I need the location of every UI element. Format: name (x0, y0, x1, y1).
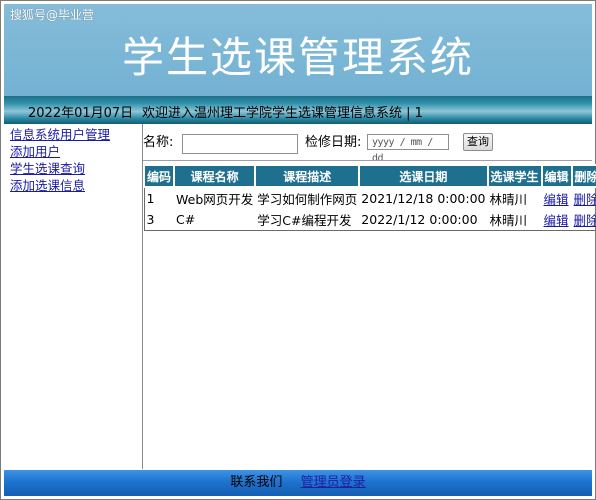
edit-link[interactable]: 编辑 (544, 213, 569, 228)
cell-course-desc: 学习如何制作网页 (257, 192, 358, 207)
date-label: 检修日期: (305, 135, 362, 150)
delete-link[interactable]: 删除 (574, 213, 596, 228)
welcome-message: 欢迎进入温州理工学院学生选课管理信息系统 | 1 (142, 106, 423, 121)
cell-delete: 删除 (572, 209, 596, 231)
status-bar: 2022年01月07日 欢迎进入温州理工学院学生选课管理信息系统 | 1 (4, 96, 592, 124)
cell-course-desc: 学习C#编程开发 (257, 213, 352, 228)
divider (143, 160, 592, 161)
cell-code: 1 (146, 191, 155, 206)
cell-code: 3 (146, 212, 155, 227)
course-table: 编码 课程名称 课程描述 选课日期 选课学生 编辑 删除 1 Web网页开发 学… (142, 164, 596, 231)
query-button[interactable]: 查询 (463, 133, 493, 151)
header-banner: 搜狐号@毕业营 学生选课管理系统 (4, 4, 592, 96)
delete-link[interactable]: 删除 (574, 192, 596, 207)
table-row: 3 C# 学习C#编程开发 2022/1/12 0:00:00 林晴川 编辑 删… (144, 209, 596, 231)
cell-student: 林晴川 (489, 192, 528, 207)
current-date: 2022年01月07日 (28, 106, 134, 121)
footer-bar: 联系我们 管理员登录 (4, 470, 592, 496)
sidebar-item-course-query[interactable]: 学生选课查询 (4, 160, 142, 177)
site-title: 学生选课管理系统 (121, 33, 474, 82)
cell-course-name: Web网页开发 (176, 192, 254, 207)
main-content: 名称: 检修日期: yyyy / mm / dd 查询 编码 课程名称 课程描述… (142, 124, 596, 469)
cell-delete: 删除 (572, 187, 596, 209)
page-frame: 搜狐号@毕业营 学生选课管理系统 2022年01月07日 欢迎进入温州理工学院学… (0, 0, 596, 500)
table-row: 1 Web网页开发 学习如何制作网页 2021/12/18 0:00:00 林晴… (144, 187, 596, 209)
contact-us: 联系我们 (230, 475, 283, 490)
header-student: 选课学生 (486, 164, 543, 188)
header-select-date: 选课日期 (358, 164, 489, 188)
watermark: 搜狐号@毕业营 (10, 8, 95, 22)
date-input[interactable]: yyyy / mm / dd (367, 134, 449, 164)
header-course-desc: 课程描述 (254, 164, 361, 188)
sidebar-nav: 信息系统用户管理 添加用户 学生选课查询 添加选课信息 (4, 124, 143, 469)
admin-login-link[interactable]: 管理员登录 (301, 475, 366, 490)
sidebar-item-add-course[interactable]: 添加选课信息 (4, 177, 142, 194)
cell-edit: 编辑 (542, 187, 572, 209)
sidebar-item-user-management[interactable]: 信息系统用户管理 (4, 126, 142, 143)
cell-edit: 编辑 (542, 209, 572, 231)
sidebar-item-add-user[interactable]: 添加用户 (4, 143, 142, 160)
header-edit: 编辑 (540, 164, 573, 188)
header-delete: 删除 (570, 164, 596, 188)
header-course-name: 课程名称 (173, 164, 257, 188)
name-label: 名称: (143, 135, 174, 150)
cell-course-name: C# (176, 212, 196, 227)
edit-link[interactable]: 编辑 (544, 192, 569, 207)
cell-select-date: 2022/1/12 0:00:00 (361, 212, 478, 227)
table-header-row: 编码 课程名称 课程描述 选课日期 选课学生 编辑 删除 (142, 164, 596, 188)
search-form: 名称: 检修日期: yyyy / mm / dd 查询 (143, 133, 592, 164)
cell-select-date: 2021/12/18 0:00:00 (361, 191, 486, 206)
name-input[interactable] (182, 134, 298, 154)
header-code: 编码 (142, 164, 176, 188)
cell-student: 林晴川 (489, 213, 528, 228)
